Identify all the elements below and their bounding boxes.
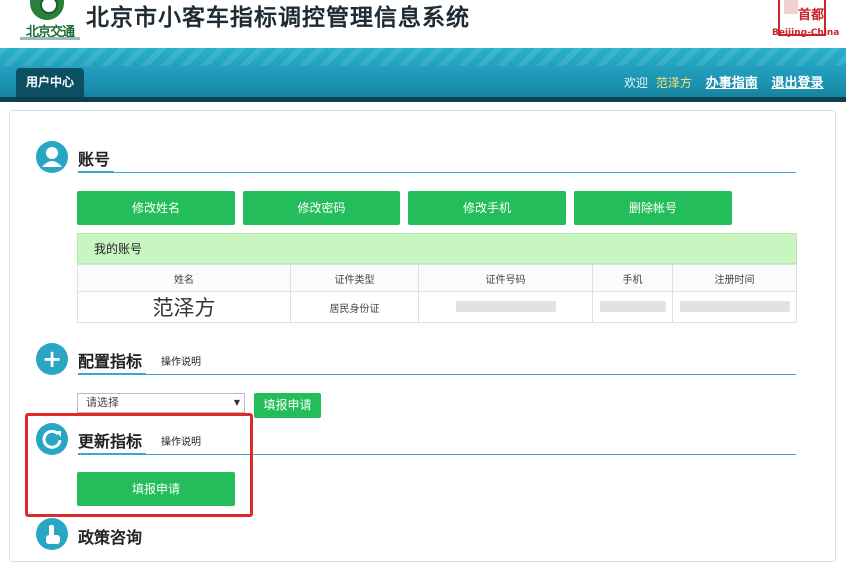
logout-link[interactable]: 退出登录 bbox=[772, 76, 824, 91]
site-title: 北京市小客车指标调控管理信息系统 bbox=[86, 5, 470, 31]
edit-name-button[interactable]: 修改姓名 bbox=[77, 191, 235, 225]
section-title-account: 账号 bbox=[78, 150, 111, 169]
col-header-name: 姓名 bbox=[77, 264, 291, 292]
section-title-config-quota: 配置指标 bbox=[78, 352, 143, 371]
cell-register-time-redacted bbox=[672, 291, 797, 323]
red-highlight-box bbox=[25, 413, 253, 517]
user-icon bbox=[36, 141, 68, 173]
table-row: 范泽方 居民身份证 bbox=[77, 291, 797, 323]
change-password-button[interactable]: 修改密码 bbox=[243, 191, 400, 225]
hand-pointer-icon bbox=[36, 518, 68, 550]
col-header-id-number: 证件号码 bbox=[418, 264, 593, 292]
tab-user-center[interactable]: 用户中心 bbox=[16, 68, 84, 97]
col-header-phone: 手机 bbox=[592, 264, 673, 292]
change-phone-button[interactable]: 修改手机 bbox=[408, 191, 566, 225]
account-table: 姓名 证件类型 证件号码 手机 注册时间 范泽方 居民身份证 bbox=[77, 264, 797, 323]
quota-type-select[interactable]: 请选择 ▼ bbox=[77, 393, 245, 413]
seal-caption: Beijing-China bbox=[772, 28, 840, 38]
cell-name: 范泽方 bbox=[77, 291, 291, 323]
plus-icon: + bbox=[36, 343, 68, 375]
config-apply-button[interactable]: 填报申请 bbox=[254, 393, 321, 418]
logo-emblem-icon bbox=[30, 0, 64, 20]
section-title-policy: 政策咨询 bbox=[78, 528, 143, 547]
cell-phone-redacted bbox=[592, 291, 673, 323]
guide-link[interactable]: 办事指南 bbox=[706, 76, 758, 91]
beijing-transport-logo: 北京交通 bbox=[18, 0, 80, 46]
username-label: 范泽方 bbox=[655, 76, 692, 90]
dropdown-arrow-icon: ▼ bbox=[233, 398, 240, 407]
my-account-caption: 我的账号 bbox=[77, 233, 797, 264]
site-header: 北京交通 北京市小客车指标调控管理信息系统 首都 Beijing-China bbox=[0, 0, 846, 48]
config-quota-help-link[interactable]: 操作说明 bbox=[161, 353, 201, 368]
nav-user-links: 欢迎 范泽方 办事指南 退出登录 bbox=[624, 72, 828, 91]
delete-account-button[interactable]: 删除帐号 bbox=[574, 191, 732, 225]
cell-id-number-redacted bbox=[418, 291, 593, 323]
col-header-id-type: 证件类型 bbox=[290, 264, 419, 292]
welcome-label: 欢迎 bbox=[624, 76, 649, 90]
cell-id-type: 居民身份证 bbox=[290, 291, 419, 323]
col-header-register-time: 注册时间 bbox=[672, 264, 797, 292]
table-header-row: 姓名 证件类型 证件号码 手机 注册时间 bbox=[77, 264, 797, 292]
